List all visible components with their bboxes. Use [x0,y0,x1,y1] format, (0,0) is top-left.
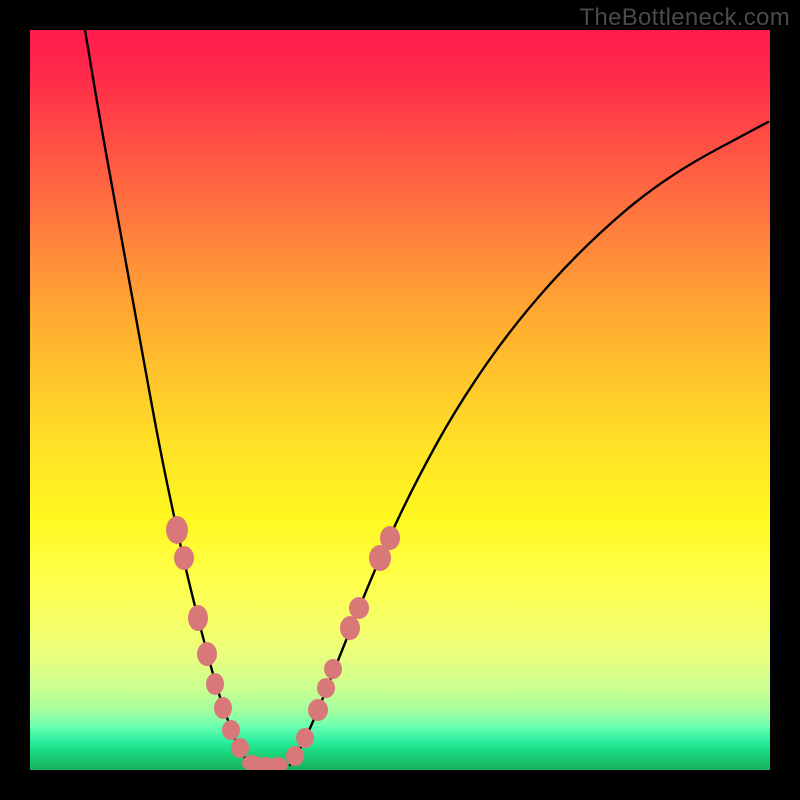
node-right [340,616,360,640]
node-right [380,526,400,550]
chart-frame: TheBottleneck.com [0,0,800,800]
plot-area [30,30,770,770]
curves-svg [30,30,770,770]
node-right [286,746,304,766]
node-left [206,673,224,695]
node-left [214,697,232,719]
node-left [222,720,240,740]
node-left [174,546,194,570]
watermark-text: TheBottleneck.com [579,4,790,32]
node-right [317,678,335,698]
curve-nodes [166,516,400,770]
node-right [308,699,328,721]
node-right [296,728,314,748]
node-left [197,642,217,666]
node-left [231,738,249,758]
right-curve [290,122,768,765]
node-left [166,516,188,544]
node-left [188,605,208,631]
node-right [324,659,342,679]
node-right [349,597,369,619]
left-curve [85,30,250,765]
